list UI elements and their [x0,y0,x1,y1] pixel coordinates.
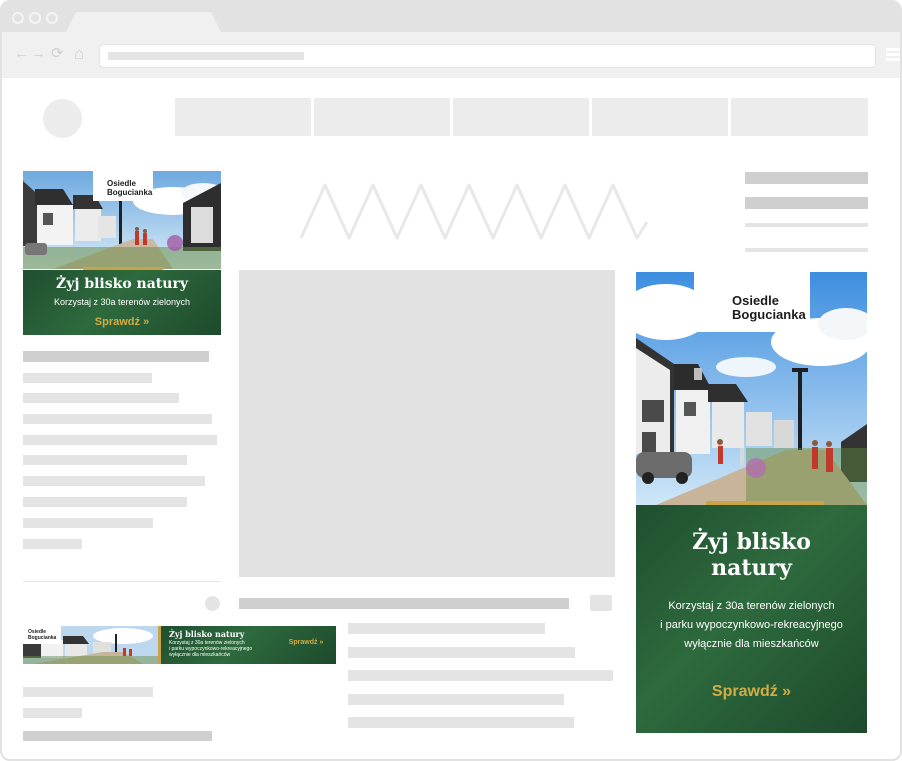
text-line-placeholder [23,393,179,403]
text-line-placeholder [23,435,217,445]
nav-item-4[interactable] [592,98,728,136]
text-line-placeholder [23,518,153,528]
comment-bubble-icon[interactable] [590,595,612,611]
ad-headline: Żyj blisko natury [56,276,188,292]
browser-tab[interactable] [65,12,222,34]
text-line-placeholder [23,476,205,486]
nav-item-1[interactable] [175,98,311,136]
nav-item-5[interactable] [731,98,868,136]
zigzag-decoration [299,183,649,240]
forward-icon[interactable]: → [31,46,46,62]
minimize-window-dot[interactable] [29,12,41,24]
browser-window: ← → ⟳ ⌂ Osiedle Bogucianka Żyj blisko na… [0,0,902,761]
reload-icon[interactable]: ⟳ [51,46,64,62]
ad-brand-line1: Osiedle [732,293,779,308]
site-logo-placeholder[interactable] [43,99,82,138]
text-line-placeholder [348,623,545,634]
ad-skyscraper-cta[interactable]: Sprawdź » [636,683,867,701]
ad-leaderboard-cta[interactable]: Sprawdź » [281,639,331,646]
address-bar[interactable] [99,44,876,68]
ad-banner-small[interactable]: Osiedle Bogucianka Żyj blisko natury Kor… [23,171,221,335]
sidebar-thin-line [745,248,868,252]
text-line-placeholder [23,731,212,741]
text-line-placeholder [348,670,613,681]
text-line-placeholder [23,373,152,383]
ad-skyscraper-logo: Osiedle Bogucianka [694,272,810,332]
ad-brand-line2: Bogucianka [732,307,806,322]
home-icon[interactable]: ⌂ [74,45,84,62]
back-icon[interactable]: ← [14,46,29,62]
ad-skyscraper-subtitle: Korzystaj z 30a terenów zielonych i park… [636,597,867,654]
ad-brand-line1: Osiedle [107,179,136,188]
ad-sub-line2: i parku wypoczynkowo-rekreacyjnego [660,619,843,631]
text-line-placeholder [23,455,187,465]
ad-leaderboard-headline: Żyj blisko natury [169,629,245,639]
ad-sub-line1: Korzystaj z 30a terenów zielonych [668,600,835,612]
ad-brand-logo: Osiedle Bogucianka [93,171,153,201]
ad-brand-line2: Bogucianka [28,635,57,641]
close-window-dot[interactable] [12,12,24,24]
text-line-placeholder [348,647,575,658]
ad-headline-line1: Żyj blisko [692,529,811,555]
ad-headline-line2: natury [711,555,792,581]
ad-brand-line2: Bogucianka [107,188,153,197]
nav-item-3[interactable] [453,98,589,136]
address-placeholder [108,52,304,60]
main-image-placeholder[interactable] [239,270,615,577]
text-line-placeholder [23,497,187,507]
text-line-placeholder [23,414,212,424]
menu-icon[interactable] [886,48,900,62]
ad-subtitle: Korzystaj z 30a terenów zielonych [53,297,191,307]
text-line-placeholder [23,687,153,697]
ad-banner-leaderboard[interactable]: Osiedle Bogucianka Żyj blisko natury Kor… [23,626,336,664]
sidebar-thin-line [745,223,868,227]
text-line-placeholder [23,539,82,549]
ad-sub-line3: wyłącznie dla mieszkańców [684,638,819,650]
sidebar-heading-placeholder [745,172,868,184]
text-line-placeholder [348,717,574,728]
section-divider [23,581,221,582]
article-title-placeholder [23,351,209,362]
browser-chrome: ← → ⟳ ⌂ [2,2,900,78]
sidebar-line-placeholder [745,197,868,209]
text-line-placeholder [348,694,564,705]
ad-banner-skyscraper[interactable]: Osiedle Bogucianka Żyj blisko natury Kor… [636,272,867,733]
ad-leaderboard-logo: Osiedle Bogucianka [23,626,61,644]
comment-avatar-placeholder [205,596,220,611]
ad-sub-line3: wyłącznie dla mieszkańców [169,652,231,658]
text-line-placeholder [23,708,82,718]
nav-item-2[interactable] [314,98,450,136]
maximize-window-dot[interactable] [46,12,58,24]
ad-cta-button[interactable]: Sprawdź » [23,316,221,328]
ad-skyscraper-headline: Żyj blisko natury [636,529,867,581]
comment-title-placeholder [239,598,569,609]
ad-leaderboard-subtitle: Korzystaj z 30a terenów zielonych i park… [169,640,279,658]
